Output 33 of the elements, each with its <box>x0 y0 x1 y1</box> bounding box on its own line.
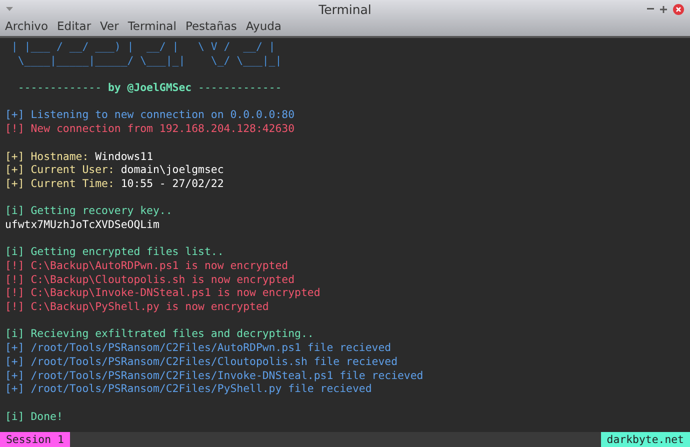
terminal-line: [+] Listening to new connection on 0.0.0.0:80 <box>5 108 296 122</box>
terminal-line: ------------- by @JoelGMSec ------------- <box>16 81 283 95</box>
terminal-line: [i] Getting recovery key.. <box>5 204 174 218</box>
menu-item[interactable]: Archivo <box>5 19 48 33</box>
session-tab[interactable]: Session 1 <box>0 432 70 447</box>
menu-item[interactable]: Terminal <box>128 19 176 33</box>
terminal-line: | |___ / __/ ___) | __/ | \ V / __/ | <box>10 40 276 54</box>
terminal-line: [+] /root/Tools/PSRansom/C2Files/AutoRDPwn.ps1 file recieved <box>5 341 392 355</box>
terminal-line: ufwtx7MUzhJoTcXVDSeOQLim <box>5 218 160 232</box>
terminal-line: [!] C:\Backup\AutoRDPwn.ps1 is now encrypted <box>5 259 290 273</box>
close-icon[interactable] <box>672 4 684 14</box>
terminal-line: [+] Current Time: 10:55 - 27/02/22 <box>5 176 225 191</box>
terminal-line: [+] Current User: domain\joelgmsec <box>5 163 225 177</box>
terminal-line: [!] C:\Backup\Invoke-DNSteal.ps1 is now encrypted <box>5 286 322 300</box>
terminal-line: [+] Hostname: Windows11 <box>5 150 154 164</box>
minimize-icon[interactable] <box>646 8 654 10</box>
terminal-line: [!] C:\Backup\Cloutopolis.sh is now encrypted <box>5 272 296 286</box>
menu-item[interactable]: Ver <box>100 19 119 33</box>
menu-item[interactable]: Editar <box>57 19 92 33</box>
terminal-line: [+] /root/Tools/PSRansom/C2Files/Cloutopolis.sh file recieved <box>5 354 398 368</box>
terminal-line: [+] /root/Tools/PSRansom/C2Files/PyShell.py file recieved <box>5 382 373 396</box>
terminal-line: [i] Recieving exfiltrated files and decrypting.. <box>5 327 315 342</box>
terminal-line: \____|_____|_____/ \___|_| \_/ \___|_| <box>16 54 283 68</box>
host-label: darkbyte.net <box>600 432 690 447</box>
window-title: Terminal <box>318 2 372 16</box>
terminal-line: [!] C:\Backup\PyShell.py is now encrypted <box>5 300 270 314</box>
menu-item[interactable]: Ayuda <box>246 19 282 33</box>
terminal-line: [!] New connection from 192.168.204.128:42630 <box>5 122 296 136</box>
maximize-icon[interactable] <box>660 6 667 12</box>
terminal-line: [+] /root/Tools/PSRansom/C2Files/Invoke-DNSteal.ps1 file recieved <box>5 368 424 382</box>
terminal-line: [i] Done! <box>5 410 64 424</box>
menu-item[interactable]: Pestañas <box>185 19 237 33</box>
terminal-line: [i] Getting encrypted files list.. <box>5 245 225 259</box>
